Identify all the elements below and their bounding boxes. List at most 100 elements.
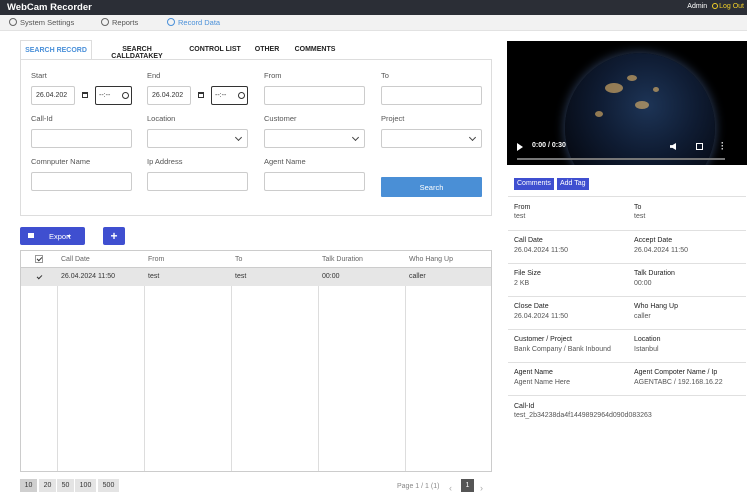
detail-from-value: test — [514, 213, 526, 220]
cell-call-date: 26.04.2024 11:50 — [61, 273, 115, 280]
detail-call-id-value: test_2b34238da4f1449892964d090d083263 — [514, 412, 652, 419]
top-bar: WebCam Recorder Admin Log Out — [0, 0, 747, 15]
detail-location-label: Location — [634, 336, 661, 343]
detail-who-hang-up-label: Who Hang Up — [634, 303, 678, 310]
location-label: Location — [147, 114, 176, 123]
detail-call-date-label: Call Date — [514, 237, 543, 244]
customer-select[interactable] — [264, 129, 365, 148]
main-menu: System Settings Reports Record Data — [0, 15, 747, 31]
video-player[interactable]: 0:00 / 0:30 · · · — [507, 41, 747, 165]
customer-label: Customer — [264, 114, 297, 123]
detail-accept-date-label: Accept Date — [634, 237, 673, 244]
menu-system-settings[interactable]: System Settings — [9, 18, 74, 27]
ip-input[interactable] — [147, 172, 248, 191]
detail-close-date-value: 26.04.2024 11:50 — [514, 313, 568, 320]
more-options-icon[interactable]: · · · — [721, 139, 724, 154]
agent-label: Agent Name — [264, 157, 306, 166]
cell-to: test — [235, 273, 247, 280]
end-time-input[interactable]: --:-- — [211, 86, 248, 105]
callid-input[interactable] — [31, 129, 132, 148]
print-icon — [28, 233, 34, 238]
caret-down-icon — [67, 235, 72, 238]
computer-input[interactable] — [31, 172, 132, 191]
fullscreen-icon[interactable] — [696, 143, 703, 150]
next-page-button[interactable]: › — [480, 483, 483, 492]
records-table: Call Date From To Talk Duration Who Hang… — [20, 250, 492, 472]
to-input[interactable] — [381, 86, 482, 105]
detail-customer-project-value: Bank Company / Bank Inbound — [514, 346, 611, 353]
logout-link[interactable]: Log Out — [712, 3, 744, 10]
page-size-500[interactable]: 500 — [98, 479, 119, 492]
end-label: End — [147, 71, 161, 80]
from-input[interactable] — [264, 86, 365, 105]
column-talk-duration[interactable]: Talk Duration — [322, 256, 363, 263]
search-panel: Start 26.04.202 --:-- End 26.04.202 --:-… — [20, 59, 492, 216]
detail-talk-duration-value: 00:00 — [634, 280, 652, 287]
calendar-icon[interactable] — [82, 92, 88, 98]
video-progress-bar[interactable] — [517, 158, 725, 160]
project-select[interactable] — [381, 129, 482, 148]
computer-label: Comnputer Name — [31, 157, 91, 166]
start-label: Start — [31, 71, 47, 80]
end-date-input[interactable]: 26.04.202 — [147, 86, 191, 105]
comments-button[interactable]: Comments — [514, 178, 554, 190]
detail-agent-computer-label: Agent Compoter Name / Ip — [634, 369, 718, 376]
play-icon[interactable] — [517, 143, 523, 151]
cell-talk-duration: 00:00 — [322, 273, 340, 280]
tab-comments[interactable]: COMMENTS — [290, 40, 340, 60]
power-icon — [712, 3, 719, 9]
page-number-current[interactable]: 1 — [461, 479, 474, 492]
agent-input[interactable] — [264, 172, 365, 191]
column-call-date[interactable]: Call Date — [61, 256, 90, 263]
page-size-10[interactable]: 10 — [20, 479, 37, 492]
ip-label: Ip Address — [147, 157, 183, 166]
calendar-icon[interactable] — [198, 92, 204, 98]
start-time-input[interactable]: --:-- — [95, 86, 132, 105]
cell-who-hang-up: caller — [409, 273, 426, 280]
detail-agent-computer-value: AGENTABC / 192.168.16.22 — [634, 379, 723, 386]
detail-close-date-label: Close Date — [514, 303, 549, 310]
location-select[interactable] — [147, 129, 248, 148]
project-label: Project — [381, 114, 405, 123]
column-who-hang-up[interactable]: Who Hang Up — [409, 256, 453, 263]
username: Admin — [687, 3, 708, 10]
video-frame-earth — [565, 53, 715, 165]
prev-page-button[interactable]: ‹ — [449, 483, 452, 492]
add-button[interactable]: + — [103, 227, 125, 245]
detail-to-value: test — [634, 213, 646, 220]
table-row[interactable]: 26.04.2024 11:50 test test 00:00 caller — [21, 268, 491, 286]
detail-agent-name-label: Agent Name — [514, 369, 553, 376]
detail-file-size-label: File Size — [514, 270, 541, 277]
gear-icon — [101, 18, 109, 26]
detail-from-label: From — [514, 204, 531, 211]
detail-location-value: Istanbul — [634, 346, 659, 353]
clock-icon — [238, 92, 245, 99]
page-size-20[interactable]: 20 — [39, 479, 56, 492]
column-to[interactable]: To — [235, 256, 242, 263]
cell-from: test — [148, 273, 160, 280]
tab-search-record[interactable]: SEARCH RECORD — [20, 40, 92, 60]
app-title: WebCam Recorder — [7, 2, 92, 13]
detail-to-label: To — [634, 204, 642, 211]
chevron-down-icon — [468, 133, 477, 142]
menu-record-data[interactable]: Record Data — [167, 18, 220, 27]
add-tag-button[interactable]: Add Tag — [557, 178, 589, 190]
page-size-100[interactable]: 100 — [75, 479, 96, 492]
menu-reports[interactable]: Reports — [101, 18, 138, 27]
column-from[interactable]: From — [148, 256, 164, 263]
row-checkbox[interactable] — [35, 273, 43, 281]
start-date-input[interactable]: 26.04.202 — [31, 86, 75, 105]
page-size-50[interactable]: 50 — [57, 479, 74, 492]
detail-agent-name-value: Agent Name Here — [514, 379, 571, 386]
tab-other[interactable]: OTHER — [250, 40, 284, 60]
table-header: Call Date From To Talk Duration Who Hang… — [21, 251, 491, 268]
user-box: Admin Log Out — [687, 3, 744, 10]
chevron-down-icon — [234, 133, 243, 142]
select-all-checkbox[interactable] — [35, 255, 43, 263]
detail-file-size-value: 2 KB — [514, 280, 530, 287]
export-button[interactable]: Export — [20, 227, 85, 245]
tab-control-list[interactable]: CONTROL LIST — [187, 40, 243, 60]
clock-icon — [122, 92, 129, 99]
search-button[interactable]: Search — [381, 177, 482, 197]
tab-search-calldatakey[interactable]: SEARCH CALLDATAKEY — [96, 40, 178, 60]
